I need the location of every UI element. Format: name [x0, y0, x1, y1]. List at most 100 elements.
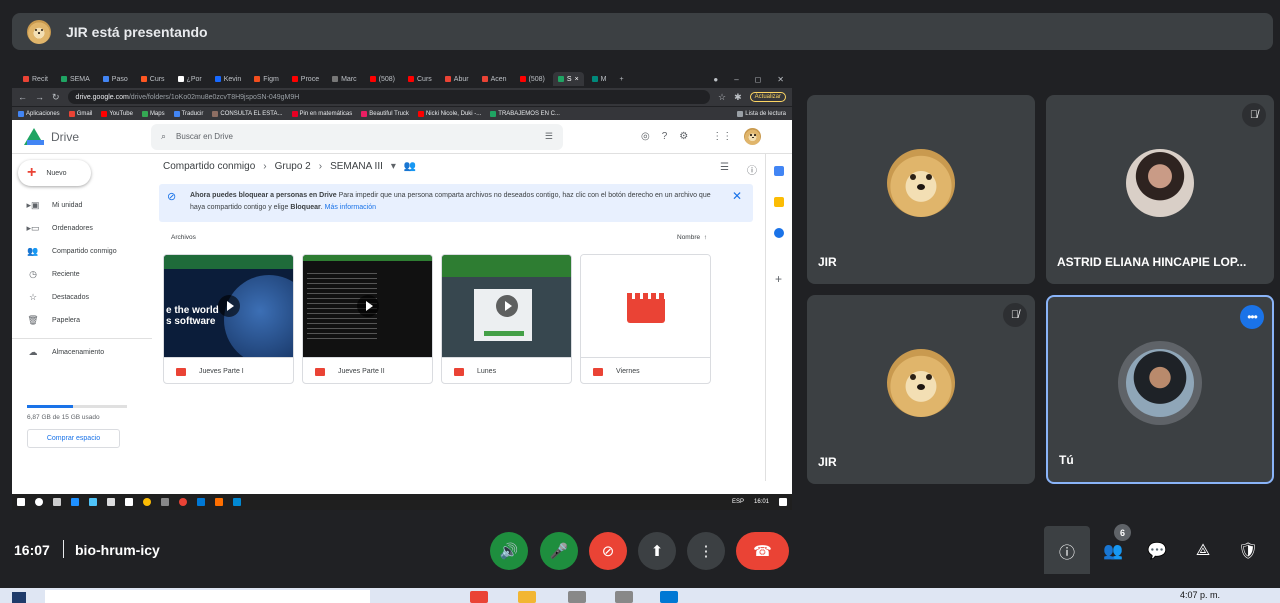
settings-icon[interactable]: ⚙: [679, 131, 688, 142]
breadcrumb-item[interactable]: SEMANA III: [330, 161, 383, 172]
mic-off-icon: 🎙̸: [1003, 303, 1027, 327]
breadcrumb-item[interactable]: Compartido conmigo: [163, 161, 255, 172]
breadcrumb-item[interactable]: Grupo 2: [275, 161, 311, 172]
browser-tab[interactable]: Figm: [249, 72, 284, 86]
chevron-down-icon[interactable]: ▾: [391, 161, 396, 172]
browser-tab[interactable]: Curs: [136, 72, 170, 86]
sort-by-name[interactable]: Nombre ↑: [677, 234, 707, 241]
minimize-icon[interactable]: –: [734, 75, 738, 84]
bookmark[interactable]: Maps: [141, 110, 165, 117]
account-avatar[interactable]: [744, 128, 762, 145]
browser-tab[interactable]: Marc: [327, 72, 362, 86]
browser-tab[interactable]: Paso: [98, 72, 133, 86]
file-card[interactable]: Lunes: [441, 254, 572, 384]
nav-storage[interactable]: ☁ Almacenamiento: [26, 347, 105, 358]
file-card[interactable]: Viernes: [580, 254, 711, 384]
browser-tab[interactable]: SEMA: [56, 72, 95, 86]
self-avatar: [1126, 348, 1194, 417]
chrome-icon[interactable]: [470, 591, 488, 603]
browser-tab[interactable]: Kevin: [210, 72, 247, 86]
self-tile[interactable]: ••• Tú: [1046, 295, 1274, 484]
drive-search-input[interactable]: ⌕ Buscar en Drive ☰: [151, 123, 563, 150]
browser-tab[interactable]: Recit: [18, 72, 53, 86]
participant-tile[interactable]: JIR: [807, 95, 1035, 284]
explorer-icon[interactable]: [518, 591, 536, 603]
update-button[interactable]: Actualizar: [749, 92, 786, 102]
browser-tab[interactable]: Proce: [287, 72, 324, 86]
reload-icon[interactable]: ↻: [52, 92, 60, 103]
bookmark[interactable]: Traducir: [173, 110, 203, 117]
vscode-icon[interactable]: [660, 591, 678, 603]
more-options-icon[interactable]: •••: [1240, 305, 1264, 329]
forward-icon[interactable]: →: [35, 92, 44, 102]
activities-button[interactable]: ⟁: [1188, 536, 1218, 566]
close-icon[interactable]: ✕: [777, 75, 784, 84]
keep-icon[interactable]: [774, 197, 784, 207]
nav-trash[interactable]: 🗑 Papelera: [26, 315, 80, 326]
bookmark[interactable]: TRABAJEMOS EN C...: [490, 110, 560, 117]
back-icon[interactable]: ←: [18, 92, 27, 102]
apps-grid-icon[interactable]: ⋮⋮: [712, 131, 732, 142]
offline-status-icon[interactable]: ◎: [641, 131, 650, 142]
participant-name: JIR: [818, 455, 837, 469]
maximize-icon[interactable]: ◻: [755, 75, 762, 84]
reading-list[interactable]: Lista de lectura: [737, 110, 786, 117]
system-tray-time: 16:01: [753, 499, 769, 505]
app-icon[interactable]: [568, 591, 586, 603]
leave-call-button[interactable]: ☎: [736, 532, 789, 570]
chat-button[interactable]: 💬: [1142, 536, 1172, 566]
app-icon: [233, 498, 241, 506]
extensions-icon[interactable]: ✱: [734, 92, 742, 103]
calendar-icon[interactable]: [774, 166, 784, 176]
camera-button[interactable]: ⊘: [589, 532, 627, 570]
nav-my-drive[interactable]: ▸▣ Mi unidad: [26, 200, 82, 211]
file-thumbnail: e the world s software: [164, 255, 293, 357]
present-button[interactable]: ⬆: [638, 532, 676, 570]
participant-tile[interactable]: 🎙̸ JIR: [807, 295, 1035, 484]
file-card[interactable]: e the world s software Jueves Parte I: [163, 254, 294, 384]
nav-computers[interactable]: ▸▭ Ordenadores: [26, 223, 92, 234]
bookmark[interactable]: CONSULTA EL ESTA...: [212, 110, 283, 117]
bookmark[interactable]: YouTube: [101, 110, 133, 117]
close-icon[interactable]: ✕: [732, 189, 742, 203]
info-icon[interactable]: ⓘ: [747, 162, 757, 177]
browser-tab[interactable]: M: [587, 72, 612, 86]
tasks-icon[interactable]: [774, 228, 784, 238]
bookmark[interactable]: Nicki Nicole, Duki -...: [417, 110, 481, 117]
browser-tab[interactable]: (508): [515, 72, 550, 86]
browser-tab[interactable]: ¿Por: [173, 72, 207, 86]
bookmark[interactable]: Pin en matemáticas: [291, 110, 352, 117]
more-info-link[interactable]: Más información: [325, 204, 376, 211]
help-icon[interactable]: ?: [662, 131, 668, 142]
nav-starred[interactable]: ☆ Destacados: [26, 292, 89, 303]
profile-icon[interactable]: ●: [713, 75, 718, 84]
more-options-button[interactable]: ⋮: [687, 532, 725, 570]
browser-tab[interactable]: (508): [365, 72, 400, 86]
bookmark[interactable]: Aplicaciones: [18, 110, 60, 117]
bookmark[interactable]: Gmail: [68, 110, 92, 117]
browser-tab[interactable]: Acen: [477, 72, 512, 86]
browser-tab[interactable]: Curs: [403, 72, 437, 86]
info-icon: ⓘ: [1058, 545, 1075, 562]
search-options-icon[interactable]: ☰: [545, 131, 553, 142]
participant-tile[interactable]: 🎙̸ ASTRID ELIANA HINCAPIE LOP...: [1046, 95, 1274, 284]
url-field[interactable]: drive.google.com/drive/folders/1oKo02mu8…: [67, 90, 711, 104]
windows-start-icon[interactable]: [12, 592, 26, 603]
mic-button[interactable]: 🎤: [540, 532, 578, 570]
browser-tab[interactable]: Abur: [440, 72, 474, 86]
app-icon[interactable]: [615, 591, 633, 603]
host-controls-button[interactable]: 🛡: [1233, 536, 1263, 566]
new-tab-button[interactable]: +: [615, 72, 629, 86]
bookmark-star-icon[interactable]: ☆: [718, 92, 726, 103]
windows-search-box[interactable]: [45, 590, 370, 603]
add-addon-icon[interactable]: +: [775, 272, 782, 286]
browser-tab-active[interactable]: S ×: [552, 72, 584, 86]
file-card[interactable]: Jueves Parte II: [302, 254, 433, 384]
buy-storage-button[interactable]: Comprar espacio: [27, 429, 120, 448]
nav-recent[interactable]: ◷ Reciente: [26, 269, 80, 280]
nav-shared-with-me[interactable]: 👥 Compartido conmigo: [26, 246, 116, 257]
list-view-icon[interactable]: ☰: [720, 162, 729, 177]
new-button[interactable]: + Nuevo: [18, 160, 91, 186]
bookmark[interactable]: Beautiful Truck: [361, 110, 409, 117]
speaker-button[interactable]: 🔊: [490, 532, 528, 570]
